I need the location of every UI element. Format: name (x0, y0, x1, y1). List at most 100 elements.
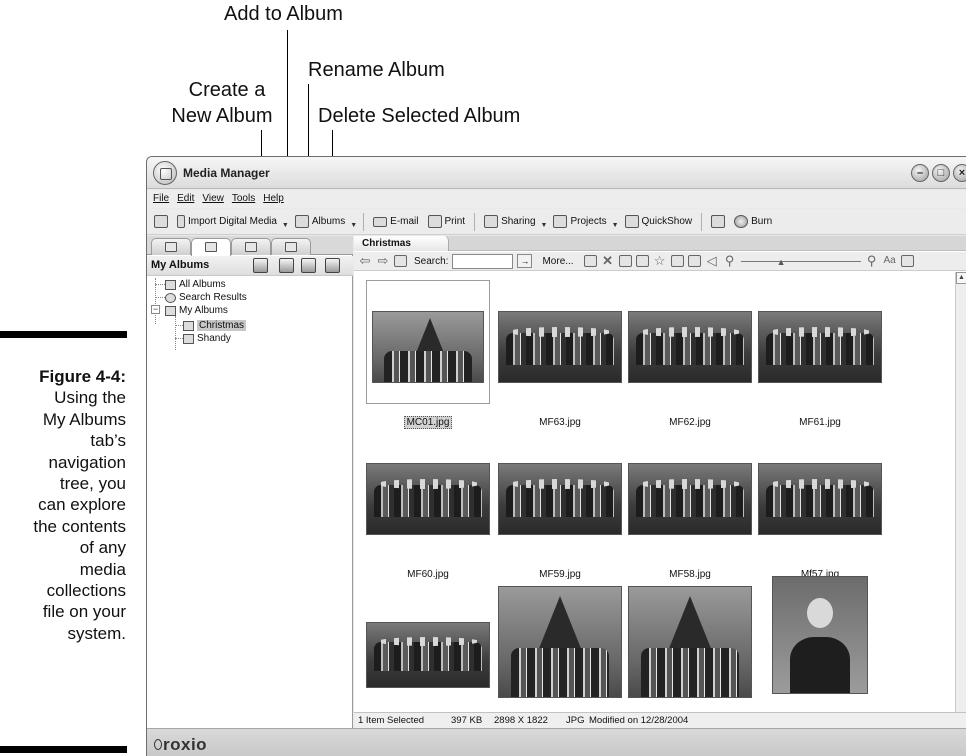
thumbnail-image (758, 311, 882, 383)
status-modified: Modified on 12/28/2004 (589, 715, 689, 726)
thumbnail-image (628, 311, 752, 383)
toolbar-separator (474, 212, 476, 231)
quickshow-label: QuickShow (641, 216, 693, 227)
toolbar-separator (363, 212, 365, 231)
speaker-icon[interactable]: ◁ (705, 254, 719, 267)
zoom-in-icon[interactable]: ⚲ (865, 254, 879, 267)
star-icon[interactable]: ☆ (653, 254, 667, 267)
sharing-dropdown-arrow-icon[interactable]: ▼ (541, 222, 548, 229)
tree-guide (175, 338, 183, 339)
caption-line: tab’s (90, 431, 126, 451)
menu-edit[interactable]: Edit (177, 190, 194, 208)
tree-item-christmas[interactable]: Christmas (183, 319, 247, 332)
album-icon (294, 215, 309, 228)
text-size-icon[interactable]: Aa (883, 255, 897, 267)
add-to-album-icon[interactable] (279, 258, 294, 273)
monitor-icon[interactable] (583, 255, 597, 267)
info-icon[interactable] (687, 255, 701, 267)
menu-file[interactable]: File (153, 190, 169, 208)
back-arrow-icon[interactable]: ⇦ (358, 254, 372, 267)
collapse-toggle-icon[interactable]: − (151, 305, 160, 314)
tree-item-search-results[interactable]: Search Results (165, 291, 247, 304)
close-button[interactable]: × (953, 164, 966, 182)
thumbnail-item[interactable] (362, 582, 494, 724)
search-input[interactable] (452, 253, 514, 269)
thumbnail-image (628, 463, 752, 535)
thumbnail-item[interactable]: MF58.jpg (624, 428, 756, 580)
caption-line: the contents (33, 516, 126, 536)
tab-browse[interactable] (151, 238, 191, 255)
forward-arrow-icon[interactable]: ⇨ (376, 254, 390, 267)
search-go-button[interactable]: → (517, 254, 533, 268)
delete-album-icon[interactable] (325, 258, 340, 273)
scroll-up-icon[interactable]: ▲ (956, 272, 966, 284)
status-bar: 1 Item Selected 397 KB 2898 X 1822 JPG M… (354, 712, 966, 728)
home-button[interactable] (151, 212, 171, 232)
dvd-button[interactable] (708, 212, 728, 232)
up-folder-icon[interactable] (394, 255, 407, 267)
printer-icon (427, 215, 442, 228)
menu-help[interactable]: Help (263, 190, 284, 208)
zoom-slider-thumb[interactable]: ▲ (777, 257, 786, 267)
rename-album-icon[interactable] (301, 258, 316, 273)
file-name: MF58.jpg (669, 569, 711, 580)
thumbnail-image (498, 311, 622, 383)
breadcrumb[interactable]: Christmas (354, 236, 449, 251)
menu-tools[interactable]: Tools (232, 190, 255, 208)
thumbnail-item[interactable]: Mf57.jpg (754, 428, 886, 580)
vertical-scrollbar[interactable]: ▲ ▼ (955, 272, 966, 724)
create-new-album-icon[interactable] (253, 258, 268, 273)
zoom-out-icon[interactable]: ⚲ (723, 254, 737, 267)
maximize-button[interactable]: □ (932, 164, 950, 182)
import-digital-media-button[interactable]: Import Digital Media (174, 212, 280, 232)
import-dropdown-arrow-icon[interactable]: ▼ (282, 222, 289, 229)
projects-dropdown-arrow-icon[interactable]: ▼ (612, 222, 619, 229)
magnifier-icon (165, 292, 176, 303)
thumbnail-item[interactable]: MF59.jpg (494, 428, 626, 580)
status-selection: 1 Item Selected (358, 715, 425, 726)
caption-rule-bottom (0, 746, 127, 753)
more-button[interactable]: More... (542, 256, 573, 267)
thumbnail-item[interactable]: MF60.jpg (362, 428, 494, 580)
burn-button[interactable]: Burn (731, 212, 775, 232)
tree-item-my-albums[interactable]: My Albums (165, 304, 228, 317)
albums-button[interactable]: Albums (292, 212, 348, 232)
callout-delete-album: Delete Selected Album (318, 105, 521, 127)
quickshow-button[interactable]: QuickShow (622, 212, 696, 232)
right-pane: Christmas ⇦ ⇨ Search: → More... ✕ ☆ ◁ ⚲ … (354, 236, 966, 756)
albums-label: Albums (311, 216, 346, 227)
tree-label: All Albums (179, 279, 226, 290)
projects-button[interactable]: Projects (550, 212, 609, 232)
tab-my-albums[interactable] (191, 238, 231, 256)
tab-devices[interactable] (271, 238, 311, 255)
albums-dropdown-arrow-icon[interactable]: ▼ (350, 222, 357, 229)
sharing-button[interactable]: Sharing (481, 212, 538, 232)
minimize-button[interactable]: – (911, 164, 929, 182)
tree-guide (175, 316, 176, 350)
caption-line: file on your (42, 602, 126, 622)
home-icon (154, 215, 168, 228)
thumbnail-item[interactable] (764, 572, 896, 722)
file-name: MC01.jpg (362, 416, 494, 429)
calendar-icon[interactable] (670, 255, 684, 267)
thumbnail-item[interactable]: MF61.jpg (754, 276, 886, 428)
delete-x-icon[interactable]: ✕ (601, 254, 615, 267)
thumbnail-item[interactable]: MF62.jpg (624, 276, 756, 428)
print-button[interactable]: Print (425, 212, 469, 232)
menu-view[interactable]: View (202, 190, 224, 208)
view-mode-icon[interactable] (900, 255, 914, 267)
rotate-right-icon[interactable] (635, 255, 649, 267)
thumbnail-item[interactable] (494, 582, 626, 724)
window-controls: – □ × (911, 164, 966, 182)
tree-item-all-albums[interactable]: All Albums (165, 278, 226, 291)
tab-folders[interactable] (231, 238, 271, 255)
thumbnail-item[interactable] (624, 582, 756, 724)
rotate-left-icon[interactable] (618, 255, 632, 267)
callout-add-to-album: Add to Album (224, 3, 343, 25)
sharing-icon (484, 215, 499, 228)
tree-item-shandy[interactable]: Shandy (183, 332, 231, 345)
email-button[interactable]: E-mail (370, 212, 421, 232)
thumbnail-item[interactable]: MF63.jpg (494, 276, 626, 428)
zoom-slider[interactable]: ▲ (740, 255, 861, 267)
thumbnail-item[interactable]: MC01.jpg (362, 276, 494, 429)
